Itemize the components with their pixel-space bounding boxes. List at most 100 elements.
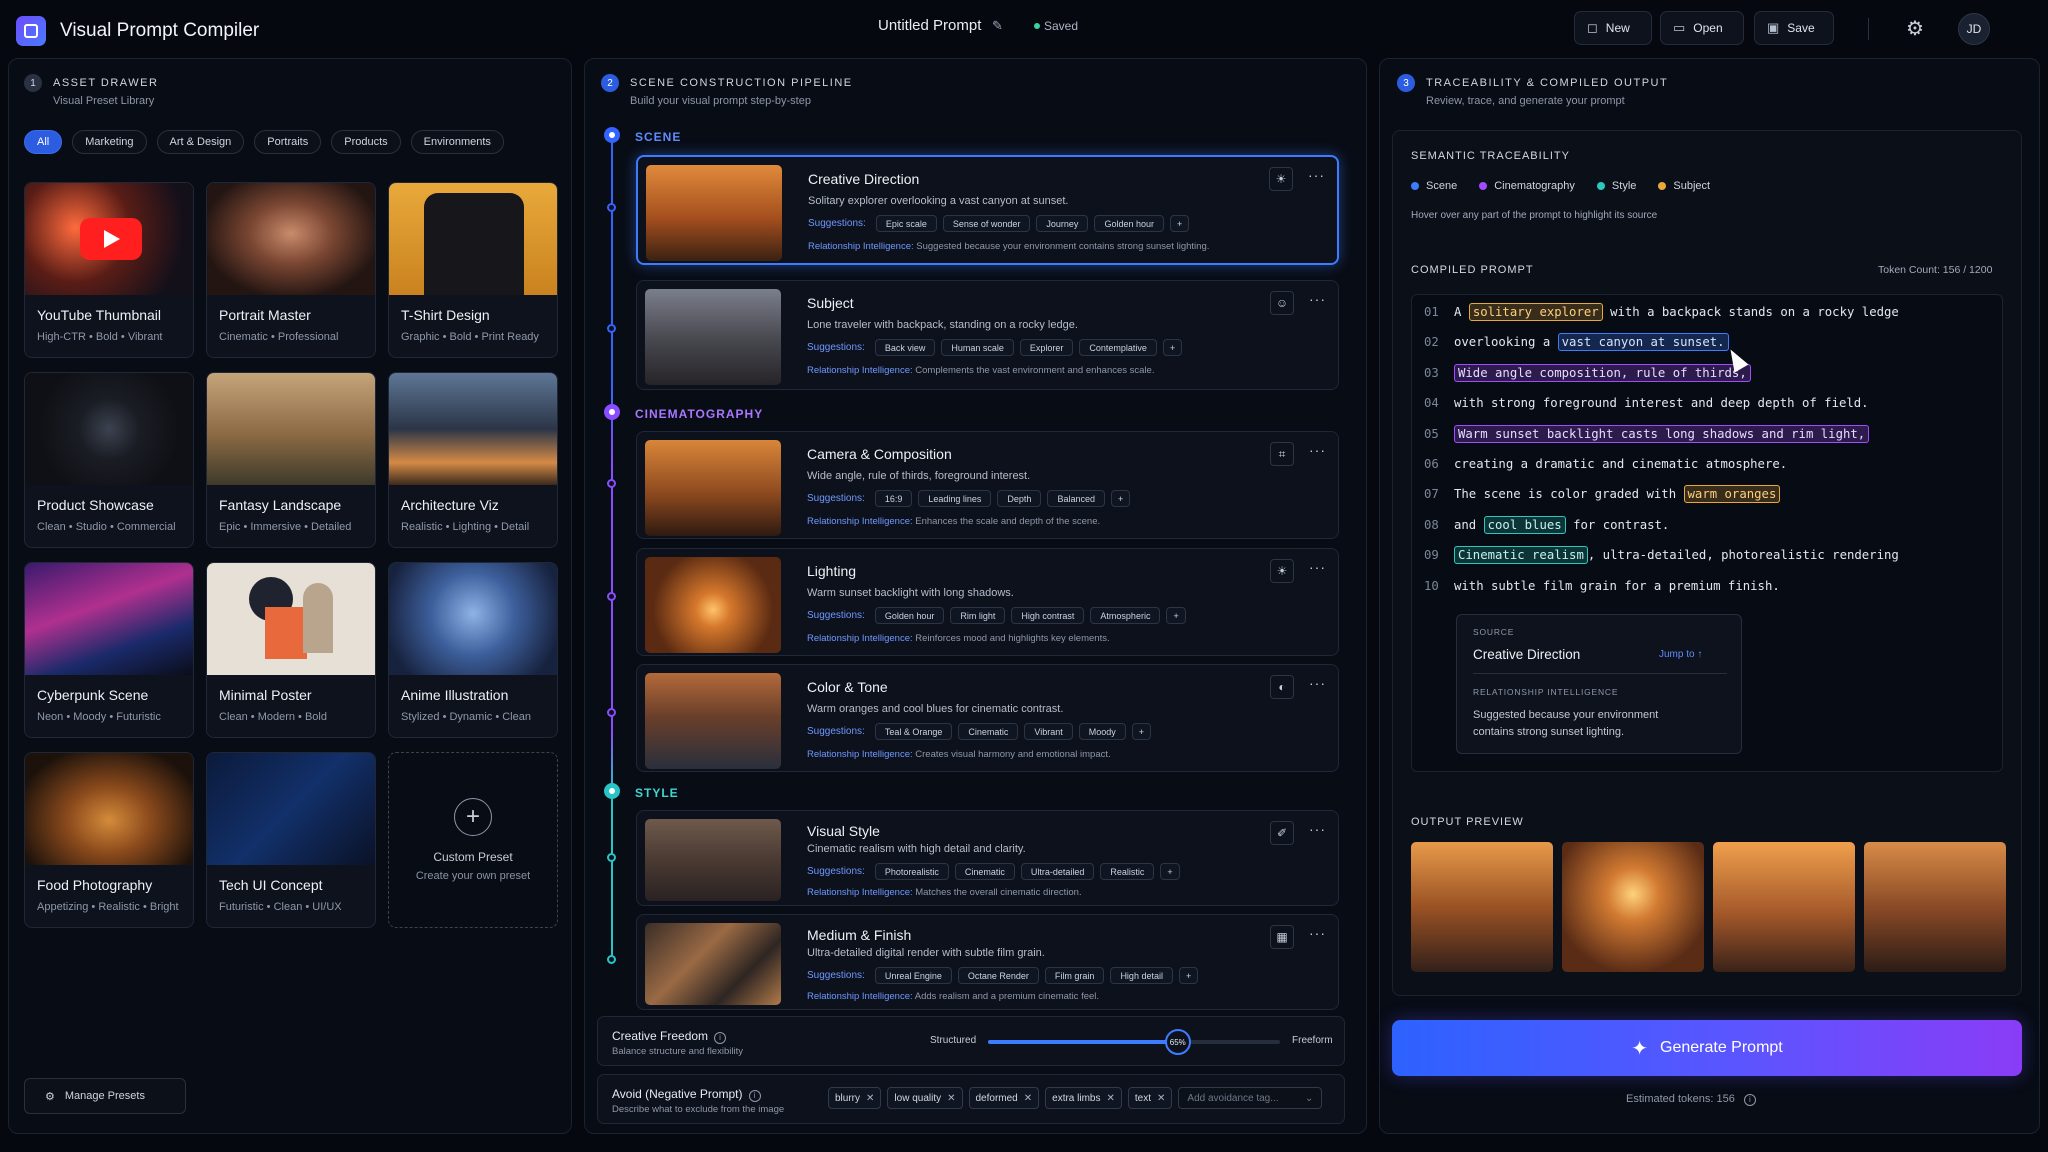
close-icon[interactable]: ✕ [1107,1093,1115,1104]
filter-marketing[interactable]: Marketing [72,130,147,154]
filter-portraits[interactable]: Portraits [254,130,322,154]
suggestion-tag[interactable]: Octane Render [957,967,1039,984]
highlighted-segment[interactable]: warm oranges [1683,485,1781,504]
scene-card-creative-direction[interactable]: Creative Direction Solitary explorer ove… [636,155,1339,265]
add-suggestion-button[interactable]: + [1169,215,1190,232]
suggestion-tag[interactable]: High contrast [1011,607,1085,624]
preset-card-anime-illustration[interactable]: Anime Illustration Stylized • Dynamic • … [388,562,558,738]
more-options-icon[interactable]: ··· [1309,442,1326,458]
avoid-tag[interactable]: deformed ✕ [968,1087,1040,1109]
prompt-line[interactable]: 03 Wide angle composition, rule of thirds… [1424,363,1751,382]
info-icon[interactable]: i [714,1032,727,1044]
suggestion-tag[interactable]: Journey [1036,215,1089,232]
suggestion-tag[interactable]: 16:9 [874,490,913,507]
grid-icon[interactable]: ▦ [1270,925,1294,949]
preset-card-food-photography[interactable]: Food Photography Appetizing • Realistic … [24,752,194,928]
suggestion-tag[interactable]: Moody [1078,723,1126,740]
scene-card-visual-style[interactable]: Visual Style Cinematic realism with high… [636,810,1339,906]
avoid-tag[interactable]: low quality ✕ [887,1087,963,1109]
slider-handle[interactable]: 65% [1164,1029,1191,1055]
close-icon[interactable]: ✕ [1157,1093,1165,1104]
suggestion-tag[interactable]: Atmospheric [1090,607,1161,624]
suggestion-tag[interactable]: Unreal Engine [874,967,952,984]
preset-card-tech-ui-concept[interactable]: Tech UI Concept Futuristic • Clean • UI/… [206,752,376,928]
highlighted-segment[interactable]: Warm sunset backlight casts long shadows… [1454,424,1870,443]
add-suggestion-button[interactable]: + [1166,607,1186,624]
edit-pencil-icon[interactable]: ✎ [992,18,1003,34]
more-options-icon[interactable]: ··· [1309,291,1326,307]
open-button[interactable]: ▭ Open [1660,11,1744,45]
frame-icon[interactable]: ⌗ [1270,442,1294,466]
suggestion-tag[interactable]: Rim light [950,607,1006,624]
add-suggestion-button[interactable]: + [1110,490,1131,507]
more-options-icon[interactable]: ··· [1309,821,1326,837]
preview-image[interactable] [1713,842,1855,972]
filter-art-design[interactable]: Art & Design [156,130,245,154]
legend-subject[interactable]: Subject [1658,180,1710,192]
add-avoid-tag-input[interactable]: Add avoidance tag... ⌄ [1178,1087,1323,1109]
highlighted-segment[interactable]: solitary explorer [1468,303,1603,321]
prompt-line[interactable]: 07 The scene is color graded with warm or… [1424,485,1781,504]
suggestion-tag[interactable]: Balanced [1047,490,1105,507]
scene-card-color-tone[interactable]: Color & Tone Warm oranges and cool blues… [636,664,1339,772]
suggestion-tag[interactable]: Film grain [1044,967,1105,984]
preset-card-minimal-poster[interactable]: Minimal Poster Clean • Modern • Bold [206,562,376,738]
close-icon[interactable]: ✕ [866,1093,874,1104]
suggestion-tag[interactable]: Depth [997,490,1042,507]
preview-image[interactable] [1562,842,1704,972]
suggestion-tag[interactable]: Back view [874,339,936,356]
person-icon[interactable]: ☺ [1270,291,1294,315]
preset-card-fantasy-landscape[interactable]: Fantasy Landscape Epic • Immersive • Det… [206,372,376,548]
add-suggestion-button[interactable]: + [1160,863,1180,880]
new-button[interactable]: ◻ New [1574,11,1652,45]
add-suggestion-button[interactable]: + [1131,723,1152,740]
manage-presets-button[interactable]: ⚙ Manage Presets [24,1078,186,1114]
prompt-line[interactable]: 04 with strong foreground interest and de… [1424,396,1869,410]
more-options-icon[interactable]: ··· [1309,925,1326,941]
avoid-tag[interactable]: extra limbs ✕ [1045,1087,1122,1109]
more-options-icon[interactable]: ··· [1309,675,1326,691]
close-icon[interactable]: ✕ [1024,1093,1032,1104]
info-icon[interactable]: i [1743,1094,1756,1106]
suggestion-tag[interactable]: Contemplative [1079,339,1157,356]
save-button[interactable]: ▣ Save [1754,11,1834,45]
suggestion-tag[interactable]: Teal & Orange [874,723,953,740]
scene-card-camera-composition[interactable]: Camera & Composition Wide angle, rule of… [636,431,1339,539]
palette-icon[interactable]: ◐ [1270,675,1294,699]
avoid-tag[interactable]: text ✕ [1127,1087,1173,1109]
generate-prompt-button[interactable]: ✦ Generate Prompt [1392,1020,2022,1076]
suggestion-tag[interactable]: High detail [1110,967,1173,984]
gear-icon[interactable]: ⚙ [1906,16,1924,41]
prompt-line[interactable]: 09 Cinematic realism, ultra-detailed, pho… [1424,546,1899,565]
custom-preset-card[interactable]: + Custom Preset Create your own preset [388,752,558,928]
suggestion-tag[interactable]: Human scale [941,339,1014,356]
prompt-line[interactable]: 01 A solitary explorer with a backpack st… [1424,303,1899,321]
preview-image[interactable] [1864,842,2006,972]
prompt-line[interactable]: 08 and cool blues for contrast. [1424,515,1669,534]
preset-card-cyberpunk-scene[interactable]: Cyberpunk Scene Neon • Moody • Futuristi… [24,562,194,738]
suggestion-tag[interactable]: Vibrant [1024,723,1073,740]
jump-to-link[interactable]: Jump to ↑ [1659,649,1702,660]
highlighted-segment[interactable]: cool blues [1483,515,1566,534]
scene-card-medium-finish[interactable]: Medium & Finish Ultra-detailed digital r… [636,914,1339,1010]
avoid-tag[interactable]: blurry ✕ [828,1087,882,1109]
suggestion-tag[interactable]: Realistic [1100,863,1155,880]
preview-image[interactable] [1411,842,1553,972]
avatar[interactable]: JD [1958,13,1990,45]
preset-card-youtube-thumbnail[interactable]: YouTube Thumbnail High-CTR • Bold • Vibr… [24,182,194,358]
add-suggestion-button[interactable]: + [1178,967,1199,984]
filter-all[interactable]: All [24,130,63,154]
preset-card-portrait-master[interactable]: Portrait Master Cinematic • Professional [206,182,376,358]
highlighted-segment[interactable]: Wide angle composition, rule of thirds, [1454,363,1751,382]
scene-card-lighting[interactable]: Lighting Warm sunset backlight with long… [636,548,1339,656]
suggestion-tag[interactable]: Ultra-detailed [1020,863,1095,880]
suggestion-tag[interactable]: Golden hour [874,607,945,624]
prompt-line[interactable]: 02 overlooking a vast canyon at sunset. [1424,333,1729,352]
preset-card-architecture-viz[interactable]: Architecture Viz Realistic • Lighting • … [388,372,558,548]
preset-card-tshirt-design[interactable]: T-Shirt Design Graphic • Bold • Print Re… [388,182,558,358]
prompt-line[interactable]: 05 Warm sunset backlight casts long shado… [1424,424,1870,443]
suggestion-tag[interactable]: Golden hour [1094,215,1164,232]
suggestion-tag[interactable]: Epic scale [875,215,937,232]
legend-style[interactable]: Style [1596,180,1636,192]
suggestion-tag[interactable]: Photorealistic [874,863,949,880]
